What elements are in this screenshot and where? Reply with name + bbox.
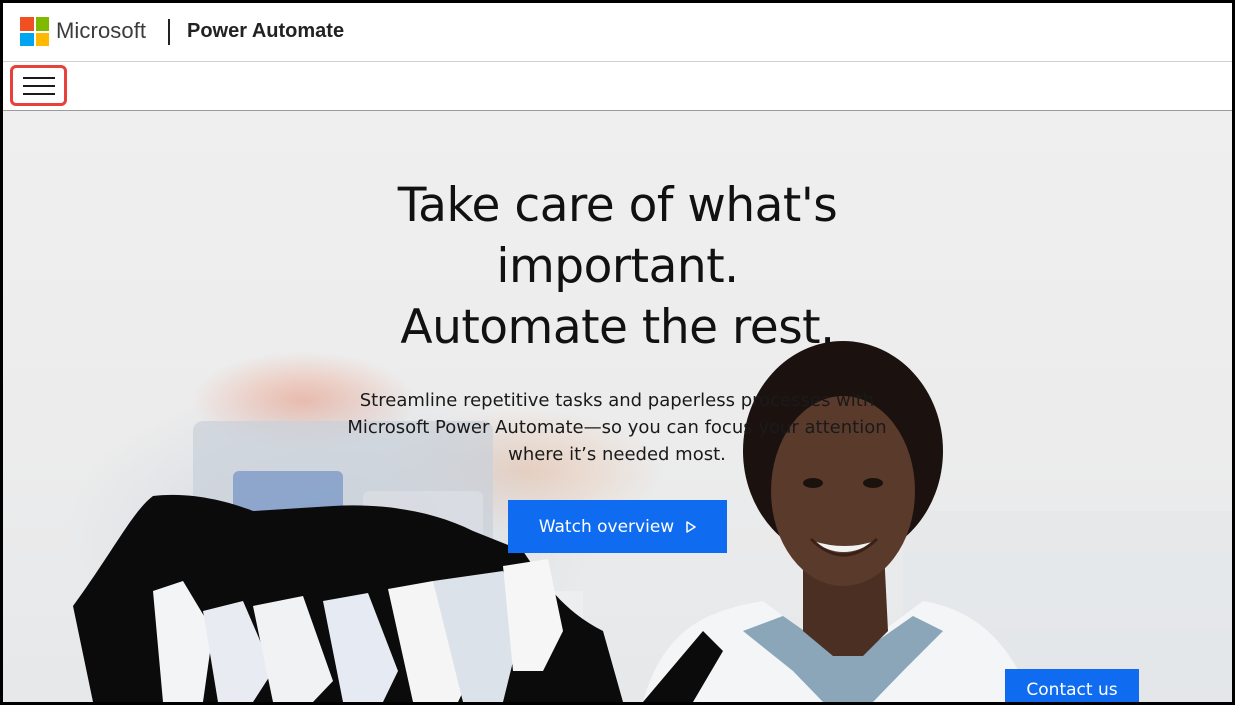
- headline-line: Take care of what's: [397, 178, 838, 233]
- hamburger-menu-button[interactable]: [10, 65, 67, 106]
- hero-headline: Take care of what's important. Automate …: [3, 175, 1232, 358]
- header-divider: [168, 19, 170, 45]
- browser-viewport: Microsoft Power Automate Take care of wh…: [3, 3, 1232, 702]
- headline-line: important.: [496, 239, 739, 294]
- site-header: Microsoft Power Automate: [3, 3, 1232, 62]
- hamburger-menu-icon: [23, 77, 55, 79]
- hero-section: Take care of what's important. Automate …: [3, 111, 1232, 702]
- hero-subheading: Streamline repetitive tasks and paperles…: [347, 390, 887, 465]
- watch-overview-label: Watch overview: [538, 516, 675, 537]
- logo-square-yellow: [35, 32, 49, 46]
- hamburger-bar: [23, 93, 55, 95]
- logo-square-green: [35, 17, 49, 31]
- microsoft-wordmark[interactable]: Microsoft: [56, 18, 146, 44]
- secondary-nav: [3, 62, 1232, 111]
- logo-square-blue: [20, 32, 34, 46]
- hamburger-bar: [23, 85, 55, 87]
- play-icon: [686, 520, 696, 533]
- product-name-link[interactable]: Power Automate: [187, 20, 344, 43]
- watch-overview-button[interactable]: Watch overview: [508, 500, 727, 553]
- logo-square-red: [20, 17, 34, 31]
- headline-line: Automate the rest.: [400, 300, 835, 355]
- microsoft-logo-icon[interactable]: [20, 17, 49, 46]
- contact-us-button[interactable]: Contact us: [1005, 669, 1139, 702]
